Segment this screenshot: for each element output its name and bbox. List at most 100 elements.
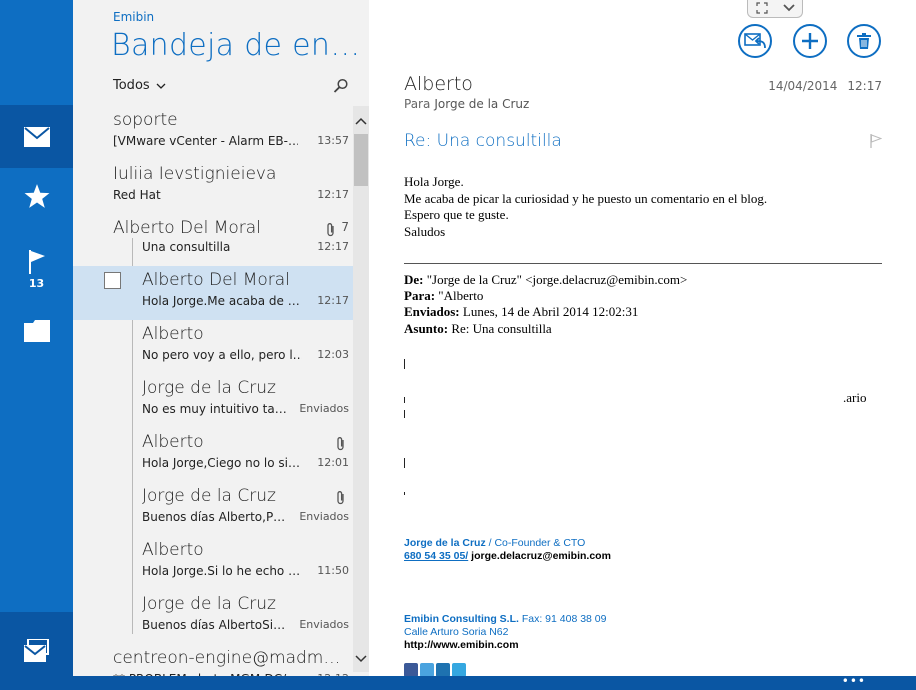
flag-icon[interactable] (870, 134, 882, 148)
new-message-button[interactable] (793, 24, 827, 58)
item-from: Alberto (142, 540, 204, 560)
list-item[interactable]: Iuliia Ievstignieieva Red Hat 12:17 (73, 160, 353, 214)
thread-subject-row[interactable]: Una consultilla 12:17 (73, 230, 353, 260)
nav-mail-button[interactable] (0, 105, 73, 168)
to-name[interactable]: Jorge de la Cruz (434, 97, 529, 111)
item-from: Jorge de la Cruz (142, 486, 276, 506)
item-subject: Una consultilla (142, 240, 231, 254)
trash-icon (857, 33, 871, 49)
quote-subject-value: Re: Una consultilla (448, 320, 552, 336)
star-icon (24, 184, 49, 208)
message-recipients: Para Jorge de la Cruz (404, 97, 529, 111)
company-name: Emibin Consulting S.L. (404, 613, 519, 625)
item-time: 12:17 (317, 294, 349, 307)
linkedin-icon[interactable] (436, 663, 450, 676)
quote-to-label: Para: (404, 288, 436, 304)
respond-button[interactable] (738, 24, 772, 58)
expand-icon[interactable] (755, 1, 768, 14)
folder-icon (23, 320, 50, 342)
list-item[interactable]: Alberto No pero voy a ello, pero l… 12:0… (73, 320, 353, 374)
list-item[interactable]: Jorge de la Cruz No es muy intuitivo ta…… (73, 374, 353, 428)
filter-label: Todos (113, 78, 150, 93)
quote-from-value: "Jorge de la Cruz" <jorge.delacruz@emibi… (423, 272, 688, 287)
item-subject: Buenos días Alberto,P… (142, 510, 286, 524)
list-scrollbar[interactable] (353, 106, 369, 672)
text-fragment: .ario (843, 390, 867, 405)
item-subject: No es muy intuitivo ta… (142, 402, 287, 416)
scrollbar-thumb[interactable] (354, 134, 368, 186)
mail-stack-icon (23, 639, 49, 662)
quote-from-label: De: (404, 272, 424, 287)
text-fragment (404, 397, 405, 403)
account-name: Emibin (113, 10, 155, 24)
message-date-day: 14/04/2014 (768, 79, 838, 93)
item-subject: Red Hat (113, 188, 161, 202)
search-icon[interactable] (333, 78, 349, 94)
message-date-time: 12:17 (847, 79, 882, 93)
nav-favorites-button[interactable] (0, 168, 73, 224)
quoted-header: De: "Jorge de la Cruz" <jorge.delacruz@e… (404, 272, 882, 337)
item-from: Iuliia Ievstignieieva (113, 164, 277, 184)
company-website[interactable]: http://www.emibin.com (404, 639, 607, 652)
list-item[interactable]: Alberto Hola Jorge,Ciego no lo si… 12:01 (73, 428, 353, 482)
signature-role: Co-Founder & CTO (494, 537, 586, 549)
text-fragment (404, 410, 405, 418)
paperclip-icon (337, 491, 344, 505)
message-date: 14/04/2014 12:17 (768, 79, 882, 93)
quote-sent-label: Enviados: (404, 304, 460, 320)
message-body: Hola Jorge. Me acaba de picar la curiosi… (404, 174, 882, 240)
body-line: Saludos (404, 223, 446, 239)
twitter-icon[interactable] (420, 663, 434, 676)
list-item[interactable]: Jorge de la Cruz Buenos días AlbertoSi… … (73, 590, 353, 644)
signature-contact-line: 680 54 35 05/ jorge.delacruz@emibin.com (404, 550, 611, 563)
quote-sent-line: Enviados: Lunes, 14 de Abril 2014 12:02:… (404, 304, 882, 320)
select-checkbox[interactable] (104, 272, 121, 289)
window-controls-tab[interactable] (747, 0, 803, 18)
facebook-icon[interactable] (404, 663, 418, 676)
folder-title: Bandeja de en… (111, 28, 361, 63)
nav-flagged-button[interactable]: 13 (0, 240, 73, 300)
text-fragment (404, 492, 405, 495)
item-folder-label: Enviados (299, 510, 349, 523)
chevron-down-icon[interactable] (353, 650, 369, 666)
filter-dropdown[interactable]: Todos (113, 78, 166, 93)
chevron-up-icon[interactable] (353, 114, 369, 130)
reading-pane: Alberto Para Jorge de la Cruz 14/04/2014 1… (369, 0, 916, 676)
delete-button[interactable] (847, 24, 881, 58)
item-subject: Hola Jorge.Si lo he echo … (142, 564, 301, 578)
company-line: Emibin Consulting S.L. Fax: 91 408 38 09 (404, 613, 607, 626)
company-address: Calle Arturo Soria N62 (404, 626, 509, 638)
item-from: Jorge de la Cruz (142, 594, 276, 614)
social-links (404, 663, 466, 676)
app-bar: ••• (73, 675, 916, 690)
nav-folders-button[interactable] (0, 305, 73, 357)
signature-phone-link[interactable]: 680 54 35 05/ (404, 550, 468, 562)
message-subject: Re: Una consultilla (404, 131, 562, 151)
item-time: 12:17 (317, 240, 349, 253)
quote-subject-label: Asunto: (404, 320, 449, 336)
list-item[interactable]: Jorge de la Cruz Buenos días Alberto,P… … (73, 482, 353, 536)
skype-icon[interactable] (452, 663, 466, 676)
item-folder-label: Enviados (299, 618, 349, 631)
quote-to-value: "Alberto (435, 288, 484, 304)
item-subject: Buenos días AlbertoSi… (142, 618, 286, 632)
item-time: 12:17 (317, 188, 349, 201)
list-item[interactable]: soporte [VMware vCenter - Alarm EB-… 13:… (73, 106, 353, 160)
quote-sent-value: Lunes, 14 de Abril 2014 12:02:31 (459, 304, 639, 320)
list-item[interactable]: Alberto Hola Jorge.Si lo he echo … 11:50 (73, 536, 353, 590)
reply-mail-icon (744, 33, 766, 49)
quote-subject-line: Asunto: Re: Una consultilla (404, 321, 882, 337)
item-time: 11:50 (317, 564, 349, 577)
chevron-down-icon[interactable] (782, 3, 795, 12)
signature-email: jorge.delacruz@emibin.com (468, 550, 611, 562)
chevron-down-icon (156, 83, 166, 89)
item-from: Alberto (142, 432, 204, 452)
message-sender: Alberto (404, 73, 473, 95)
company-signature: Emibin Consulting S.L. Fax: 91 408 38 09… (404, 613, 607, 652)
nav-accounts-button[interactable] (0, 612, 73, 690)
item-from: soporte (113, 110, 178, 130)
paperclip-icon (337, 437, 344, 451)
body-line: Espero que te guste. (404, 207, 509, 222)
flagged-count: 13 (28, 277, 45, 290)
more-options-button[interactable]: ••• (842, 675, 866, 687)
